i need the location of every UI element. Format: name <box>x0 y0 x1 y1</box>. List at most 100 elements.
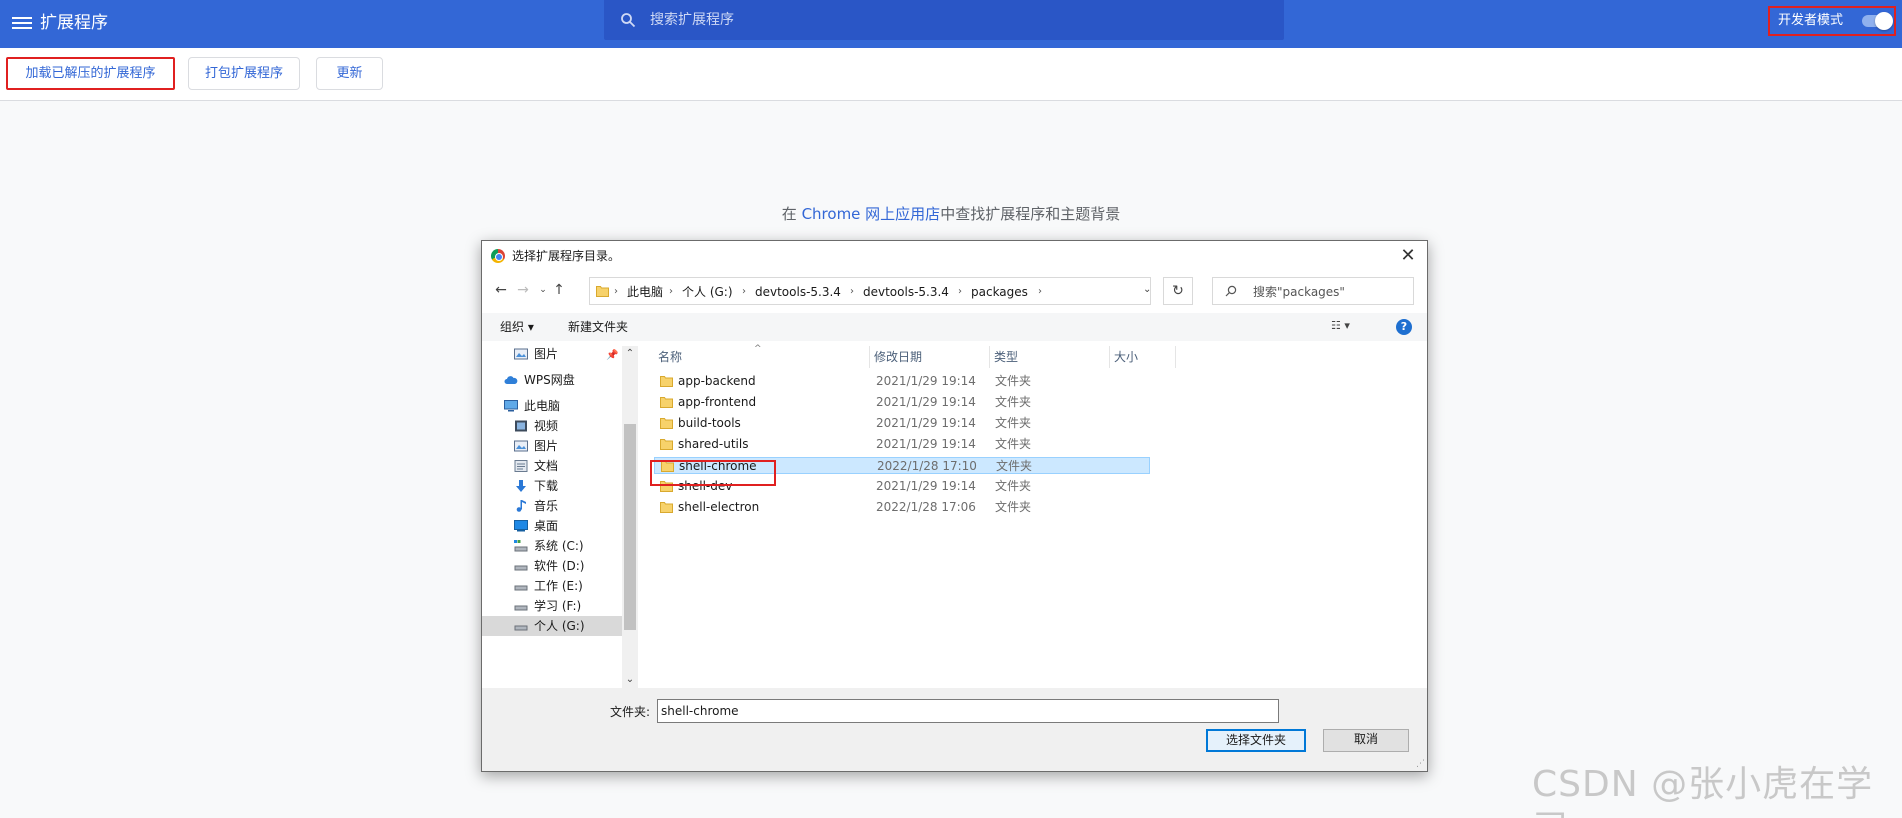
close-icon[interactable]: ✕ <box>1397 245 1419 267</box>
address-dropdown-icon[interactable]: ⌄ <box>1143 284 1155 295</box>
watermark: CSDN @张小虎在学习 <box>1532 764 1874 818</box>
file-date: 2021/1/29 19:14 <box>876 374 976 388</box>
breadcrumb-item[interactable]: devtools-5.3.4 <box>863 285 949 299</box>
breadcrumb-separator: › <box>850 286 854 297</box>
search-placeholder: 搜索扩展程序 <box>650 12 734 28</box>
nav-item-drive-d[interactable]: 软件 (D:) <box>482 556 622 576</box>
select-folder-button[interactable]: 选择文件夹 <box>1206 729 1306 752</box>
file-date: 2021/1/29 19:14 <box>876 437 976 451</box>
folder-field-label: 文件夹: <box>610 705 651 719</box>
selected-folder-highlight <box>650 460 776 486</box>
file-type: 文件夹 <box>995 374 1032 388</box>
menu-icon[interactable] <box>12 14 32 34</box>
nav-item-music[interactable]: 音乐 <box>482 496 622 516</box>
store-line-suffix: 中查找扩展程序和主题背景 <box>940 205 1121 223</box>
dialog-search-placeholder: 搜索"packages" <box>1253 285 1345 299</box>
refresh-icon[interactable]: ↻ <box>1163 277 1193 305</box>
file-date: 2021/1/29 19:14 <box>876 416 976 430</box>
nav-label: 个人 (G:) <box>534 619 585 633</box>
nav-label: 桌面 <box>534 519 559 533</box>
file-row[interactable]: build-tools 2021/1/29 19:14 文件夹 <box>654 415 1150 432</box>
breadcrumb-item[interactable]: packages <box>971 285 1028 299</box>
drive-icon <box>514 585 528 591</box>
file-type: 文件夹 <box>995 500 1032 514</box>
resize-grip-icon[interactable]: ⋰ <box>1416 759 1425 769</box>
pictures-icon <box>514 440 528 452</box>
chrome-icon <box>491 249 505 263</box>
nav-item-drive-f[interactable]: 学习 (F:) <box>482 596 622 616</box>
nav-label: 文档 <box>534 459 559 473</box>
file-type: 文件夹 <box>995 437 1032 451</box>
folder-icon <box>660 397 673 408</box>
folder-name-field[interactable]: shell-chrome <box>657 699 1279 723</box>
dialog-search-input[interactable]: 搜索"packages" <box>1212 277 1414 305</box>
file-date: 2021/1/29 19:14 <box>876 479 976 493</box>
up-arrow-icon[interactable]: ↑ <box>550 281 568 299</box>
load-unpacked-button[interactable]: 加载已解压的扩展程序 <box>6 57 175 90</box>
breadcrumb-separator: › <box>742 286 746 297</box>
scrollbar-thumb[interactable] <box>624 424 636 630</box>
developer-mode-label: 开发者模式 <box>1778 13 1844 28</box>
scroll-up-icon[interactable]: ⌃ <box>622 346 638 362</box>
nav-item-drive-g[interactable]: 个人 (G:) <box>482 616 622 636</box>
help-icon[interactable]: ? <box>1396 319 1412 335</box>
music-icon <box>516 500 526 512</box>
file-date: 2021/1/29 19:14 <box>876 395 976 409</box>
nav-item-desktop[interactable]: 桌面 <box>482 516 622 536</box>
breadcrumb-item[interactable]: devtools-5.3.4 <box>755 285 841 299</box>
pack-extension-button[interactable]: 打包扩展程序 <box>188 57 300 90</box>
scroll-down-icon[interactable]: ⌄ <box>622 672 638 688</box>
nav-item-downloads[interactable]: 下载 <box>482 476 622 496</box>
cancel-button[interactable]: 取消 <box>1323 729 1409 752</box>
column-header-type[interactable]: 类型 <box>990 346 1110 368</box>
web-store-link[interactable]: Chrome 网上应用店 <box>802 205 941 223</box>
extensions-toolbar: 加载已解压的扩展程序 打包扩展程序 更新 <box>0 48 1902 101</box>
nav-label: 学习 (F:) <box>534 599 582 613</box>
breadcrumb-separator: › <box>669 286 673 297</box>
organize-menu[interactable]: 组织 ▾ <box>500 320 534 334</box>
file-name: app-backend <box>678 374 756 388</box>
desktop-icon <box>514 520 528 532</box>
update-button[interactable]: 更新 <box>316 57 383 90</box>
file-type: 文件夹 <box>995 416 1032 430</box>
nav-label: 软件 (D:) <box>534 559 585 573</box>
nav-item-videos[interactable]: 视频 <box>482 416 622 436</box>
column-header-name[interactable]: 名称 ^ <box>654 344 870 368</box>
nav-scrollbar[interactable]: ⌃ ⌄ <box>622 346 638 688</box>
toggle-knob <box>1875 12 1893 30</box>
folder-icon <box>660 376 673 387</box>
new-folder-button[interactable]: 新建文件夹 <box>568 320 628 334</box>
dialog-titlebar: 选择扩展程序目录。 ✕ <box>482 241 1427 271</box>
nav-item-drive-c[interactable]: 系统 (C:) <box>482 536 622 556</box>
file-row[interactable]: app-frontend 2021/1/29 19:14 文件夹 <box>654 394 1150 411</box>
developer-mode-toggle[interactable] <box>1862 12 1893 30</box>
nav-item-pictures-quick[interactable]: 图片 📌 <box>482 346 622 364</box>
nav-item-wps-drive[interactable]: WPS网盘 <box>482 370 622 390</box>
back-arrow-icon[interactable]: ← <box>492 281 510 299</box>
column-header-modified[interactable]: 修改日期 <box>870 346 990 368</box>
dialog-footer: 文件夹: shell-chrome 选择文件夹 取消 ⋰ <box>482 688 1427 771</box>
search-input[interactable]: 搜索扩展程序 <box>604 0 1284 40</box>
navigation-bar: ← → ⌄ ↑ › 此电脑 › 个人 (G:) › devtools-5.3.4… <box>482 275 1427 307</box>
column-header-size[interactable]: 大小 <box>1110 346 1176 368</box>
folder-icon <box>596 286 609 297</box>
file-row[interactable]: shared-utils 2021/1/29 19:14 文件夹 <box>654 436 1150 453</box>
folder-icon <box>660 418 673 429</box>
nav-item-pictures[interactable]: 图片 <box>482 436 622 456</box>
nav-item-this-pc[interactable]: 此电脑 <box>482 396 622 416</box>
address-bar[interactable]: › 此电脑 › 个人 (G:) › devtools-5.3.4 › devto… <box>589 277 1151 305</box>
forward-arrow-icon[interactable]: → <box>514 281 532 299</box>
file-list: 名称 ^ 修改日期 类型 大小 app-backend 2021/1/29 19… <box>640 344 1426 688</box>
computer-icon <box>504 400 518 412</box>
view-options-icon[interactable]: ☷ ▾ <box>1331 319 1369 335</box>
file-row[interactable]: shell-electron 2022/1/28 17:06 文件夹 <box>654 499 1150 516</box>
select-folder-dialog: 选择扩展程序目录。 ✕ ← → ⌄ ↑ › 此电脑 › 个人 (G:) › de… <box>481 240 1428 772</box>
file-row[interactable]: app-backend 2021/1/29 19:14 文件夹 <box>654 373 1150 390</box>
breadcrumb-item[interactable]: 个人 (G:) <box>682 285 733 299</box>
video-icon <box>515 420 527 432</box>
drive-icon <box>514 625 528 631</box>
file-name: shared-utils <box>678 437 749 451</box>
nav-item-drive-e[interactable]: 工作 (E:) <box>482 576 622 596</box>
nav-item-documents[interactable]: 文档 <box>482 456 622 476</box>
breadcrumb-item[interactable]: 此电脑 <box>627 285 663 299</box>
